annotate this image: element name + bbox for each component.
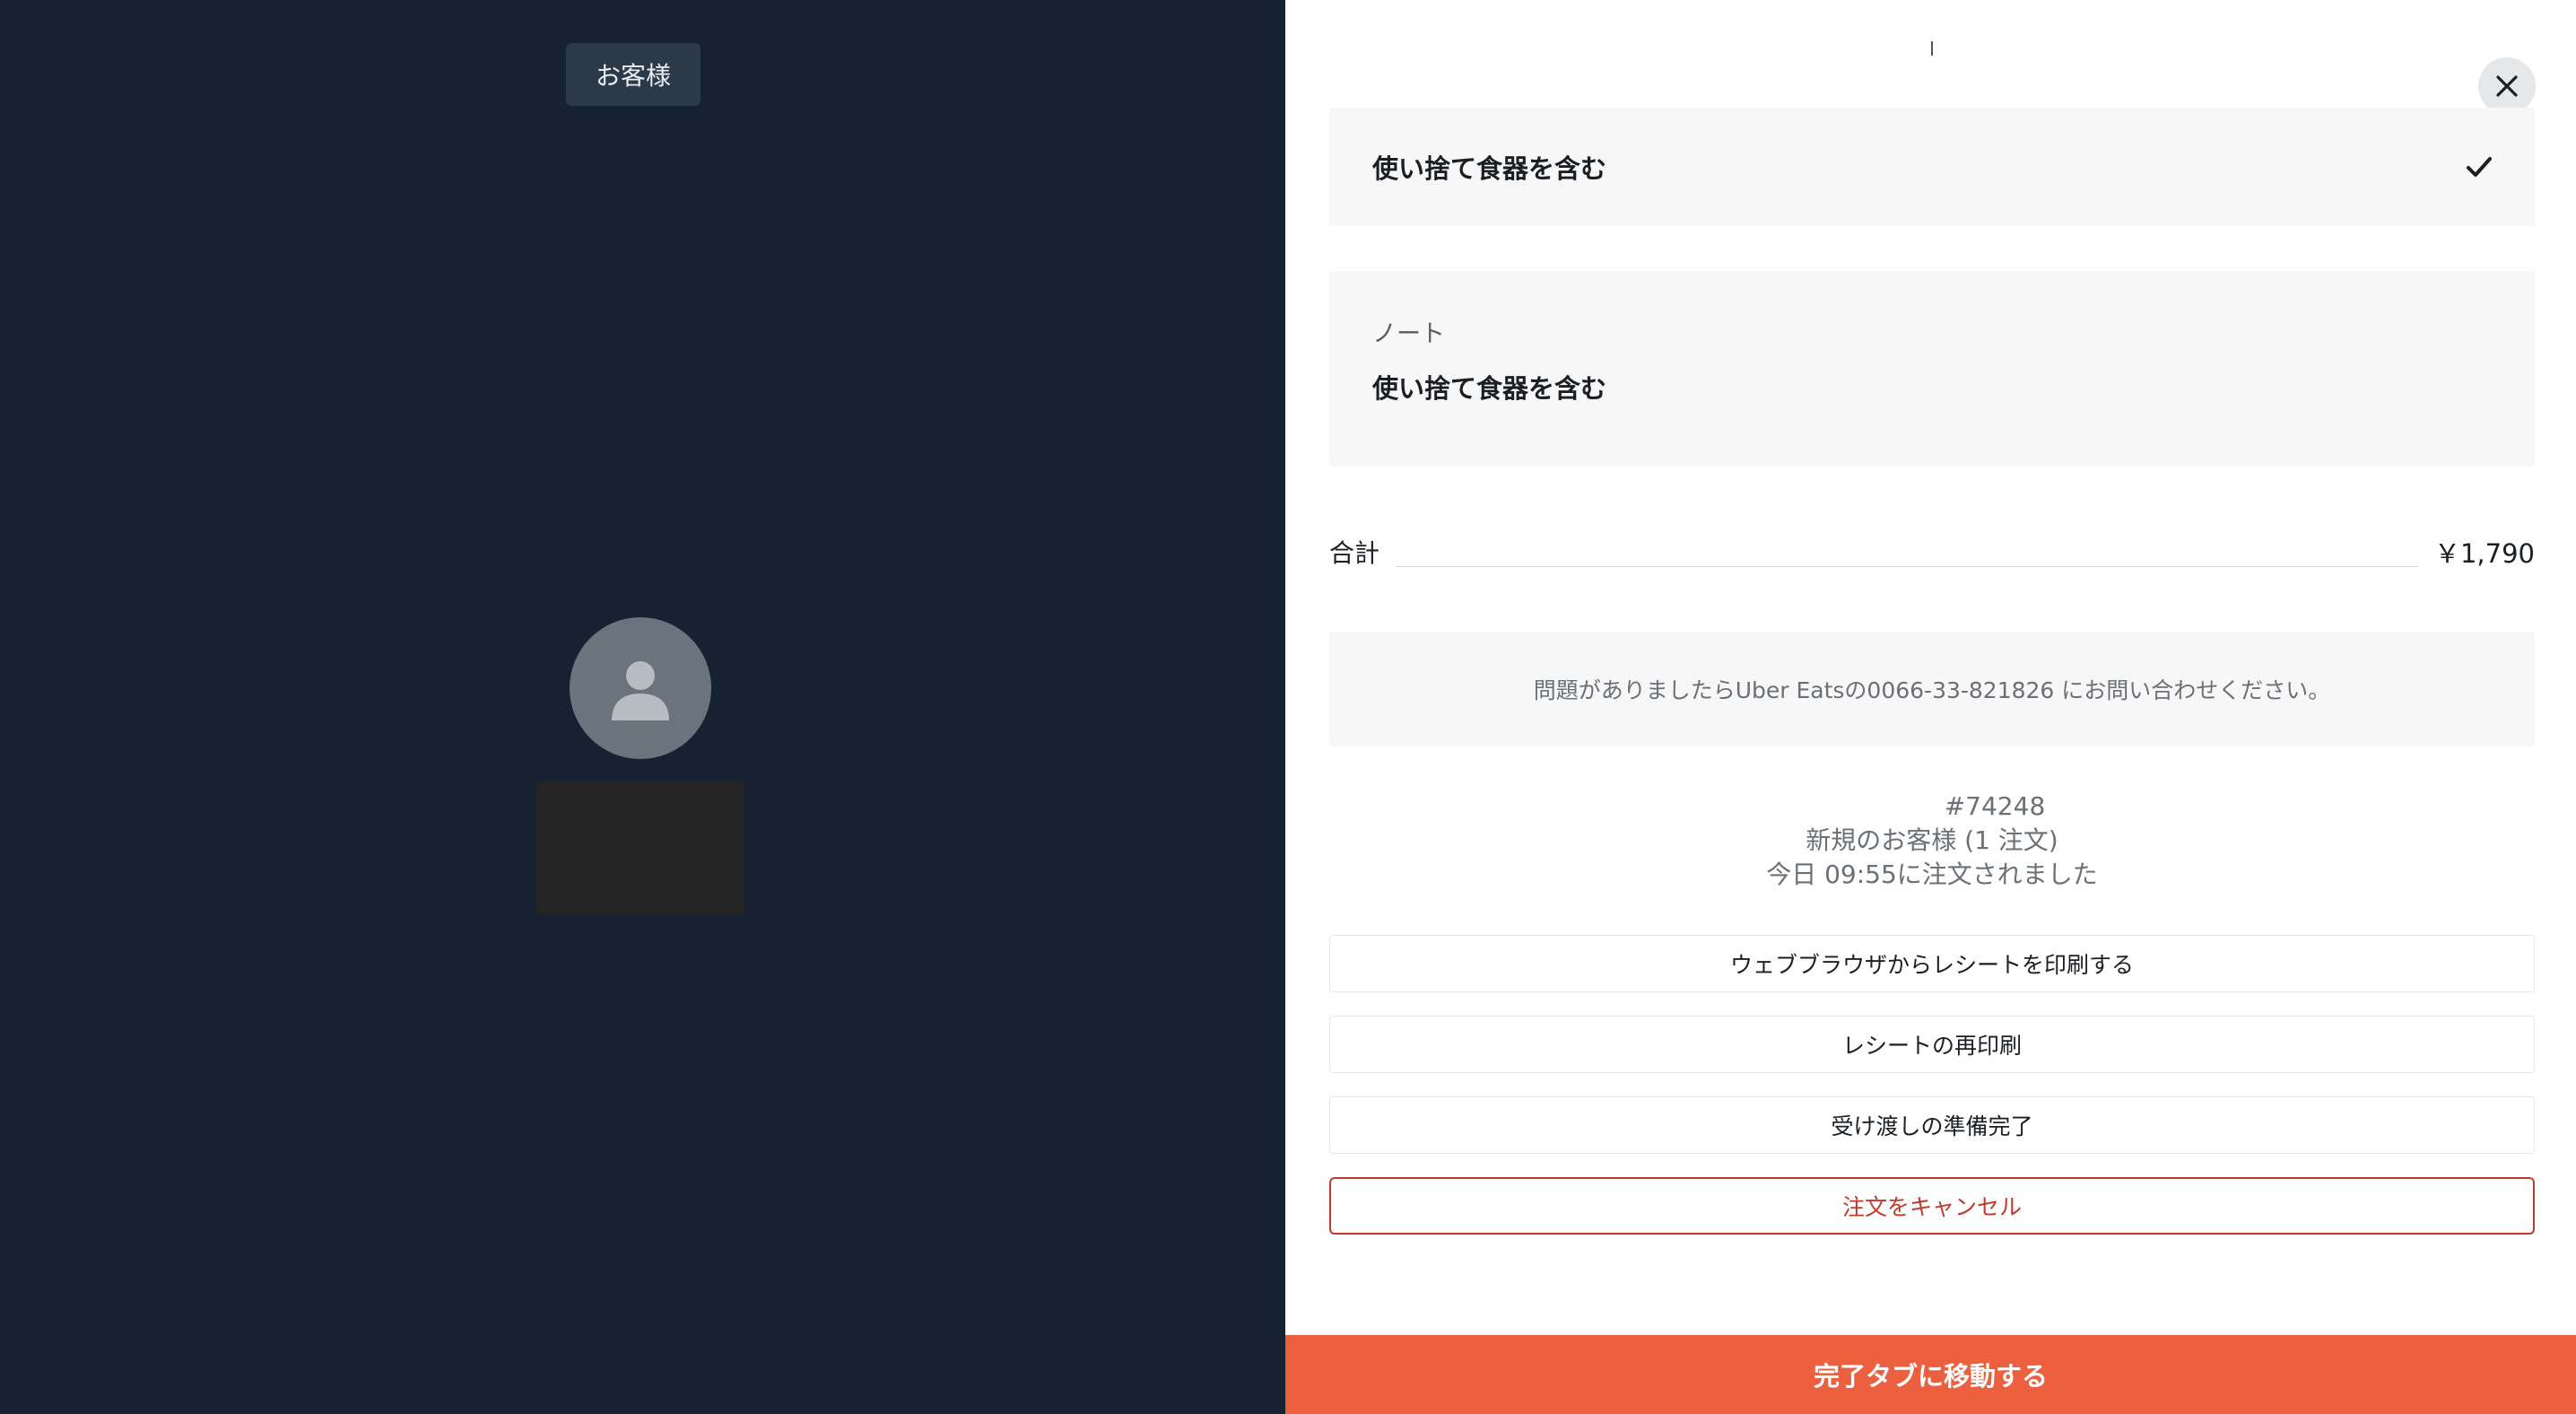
customer-name-placeholder [536, 781, 744, 914]
close-icon [2496, 75, 2518, 97]
total-label: 合計 [1329, 538, 1380, 568]
total-row: 合計 ￥1,790 [1329, 529, 2535, 574]
utensils-label: 使い捨て食器を含む [1372, 153, 1607, 184]
note-card: ノート 使い捨て食器を含む [1329, 271, 2535, 467]
left-panel: お客様 [0, 0, 1285, 1414]
total-leader-line [1396, 565, 2418, 567]
support-contact-text: 問題がありましたらUber Eatsの0066-33-821826 にお問い合わ… [1533, 677, 2331, 703]
customer-tab[interactable]: お客様 [566, 43, 701, 106]
cancel-order-button[interactable]: 注文をキャンセル [1329, 1177, 2535, 1235]
order-info: #74248 新規のお客様 (1 注文) 今日 09:55に注文されました [1329, 790, 2535, 892]
print-receipt-browser-button[interactable]: ウェブブラウザからレシートを印刷する [1329, 935, 2535, 992]
order-time: 今日 09:55に注文されました [1766, 860, 2098, 889]
reprint-receipt-button[interactable]: レシートの再印刷 [1329, 1016, 2535, 1073]
customer-avatar [570, 617, 711, 759]
order-id: #74248 [1944, 791, 2046, 821]
note-text: 使い捨て食器を含む [1372, 373, 1607, 404]
close-button[interactable] [2478, 57, 2536, 115]
total-value: ￥1,790 [2433, 538, 2535, 569]
checkmark-icon [2467, 157, 2492, 177]
ready-for-pickup-button[interactable]: 受け渡しの準備完了 [1329, 1096, 2535, 1154]
utensils-option[interactable]: 使い捨て食器を含む [1329, 108, 2535, 226]
text-cursor [1931, 41, 1933, 56]
person-icon [612, 661, 669, 720]
customer-status: 新規のお客様 (1 注文) [1806, 825, 2058, 855]
support-contact-card: 問題がありましたらUber Eatsの0066-33-821826 にお問い合わ… [1329, 632, 2535, 746]
note-label: ノート [1372, 320, 1445, 348]
move-to-completed-button[interactable]: 完了タブに移動する [1285, 1335, 2576, 1414]
order-detail-panel: 使い捨て食器を含む ノート 使い捨て食器を含む 合計 ￥1,790 問題がありま… [1285, 0, 2576, 1414]
